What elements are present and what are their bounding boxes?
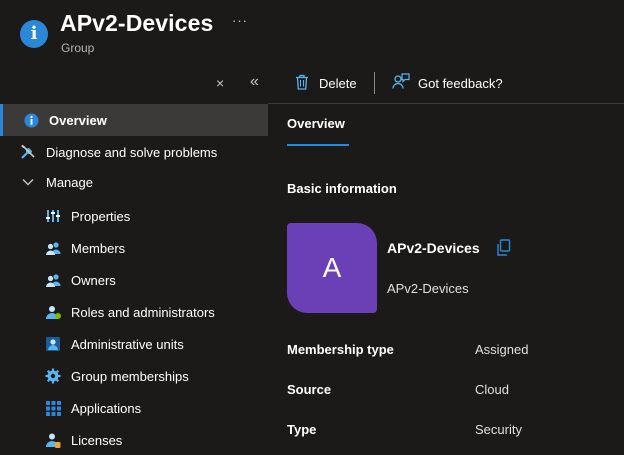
tab-overview[interactable]: Overview (287, 116, 345, 131)
page-title: APv2-Devices (60, 10, 214, 36)
licenses-icon (44, 431, 62, 449)
more-options-button[interactable]: ··· (232, 13, 248, 28)
avatar-letter: A (322, 252, 342, 283)
sidebar-group-manage[interactable]: Manage (0, 166, 268, 198)
prop-value-type: Security (475, 422, 522, 437)
sidebar-item-label: Roles and administrators (71, 304, 215, 320)
tools-icon (19, 143, 37, 161)
sidebar-item-label: Diagnose and solve problems (46, 144, 218, 160)
admin-units-icon (44, 335, 62, 353)
prop-label-source: Source (287, 382, 332, 397)
toolbar-divider (374, 72, 375, 94)
sidebar-item-properties[interactable]: Properties (0, 200, 268, 232)
tab-active-indicator (287, 144, 349, 146)
sidebar-item-label: Administrative units (71, 336, 184, 352)
sidebar-item-admin-units[interactable]: Administrative units (0, 328, 268, 360)
sidebar-item-label: Applications (71, 400, 142, 416)
page-subtitle: Group (61, 41, 95, 55)
sidebar-item-label: Manage (46, 174, 93, 190)
sidebar-item-members[interactable]: Members (0, 232, 268, 264)
info-icon (22, 111, 40, 129)
chevron-down-icon (19, 173, 37, 191)
sidebar-item-group-memberships[interactable]: Group memberships (0, 360, 268, 392)
pin-icon[interactable]: × (216, 76, 224, 90)
group-description: APv2-Devices (387, 281, 469, 296)
page-header: i APv2-Devices Group ··· (0, 0, 624, 62)
sidebar: × « Overview Diagnose and solve problems… (0, 62, 268, 455)
section-title: Basic information (287, 181, 397, 196)
sidebar-item-roles[interactable]: Roles and administrators (0, 296, 268, 328)
roles-icon (44, 303, 62, 321)
group-name: APv2-Devices (387, 240, 480, 256)
feedback-icon (392, 73, 410, 93)
info-icon: i (20, 20, 48, 48)
trash-icon (295, 74, 309, 93)
feedback-label: Got feedback? (418, 75, 503, 91)
owners-icon (44, 271, 62, 289)
prop-value-membership-type: Assigned (475, 342, 529, 357)
prop-label-membership-type: Membership type (287, 342, 394, 357)
command-bar: Delete Got feedback? (268, 62, 624, 104)
sidebar-item-owners[interactable]: Owners (0, 264, 268, 296)
sidebar-item-label: Licenses (71, 432, 123, 448)
sidebar-item-label: Properties (71, 208, 131, 224)
sidebar-item-label: Members (71, 240, 126, 256)
gear-icon (44, 367, 62, 385)
prop-label-type: Type (287, 422, 317, 437)
sidebar-item-label: Overview (49, 112, 107, 128)
feedback-button[interactable]: Got feedback? (392, 62, 503, 104)
sidebar-item-diagnose[interactable]: Diagnose and solve problems (0, 136, 268, 168)
members-icon (44, 239, 62, 257)
prop-value-source: Cloud (475, 382, 509, 397)
collapse-sidebar-icon[interactable]: « (250, 74, 259, 90)
copy-icon[interactable] (496, 239, 512, 257)
properties-icon (44, 207, 62, 225)
delete-label: Delete (319, 75, 357, 91)
delete-button[interactable]: Delete (295, 62, 357, 104)
group-avatar: A (287, 223, 377, 313)
apps-grid-icon (44, 399, 62, 417)
sidebar-item-licenses[interactable]: Licenses (0, 424, 268, 455)
sidebar-item-label: Owners (71, 272, 116, 288)
sidebar-item-label: Group memberships (71, 368, 189, 384)
sidebar-item-overview[interactable]: Overview (0, 104, 268, 136)
sidebar-item-applications[interactable]: Applications (0, 392, 268, 424)
